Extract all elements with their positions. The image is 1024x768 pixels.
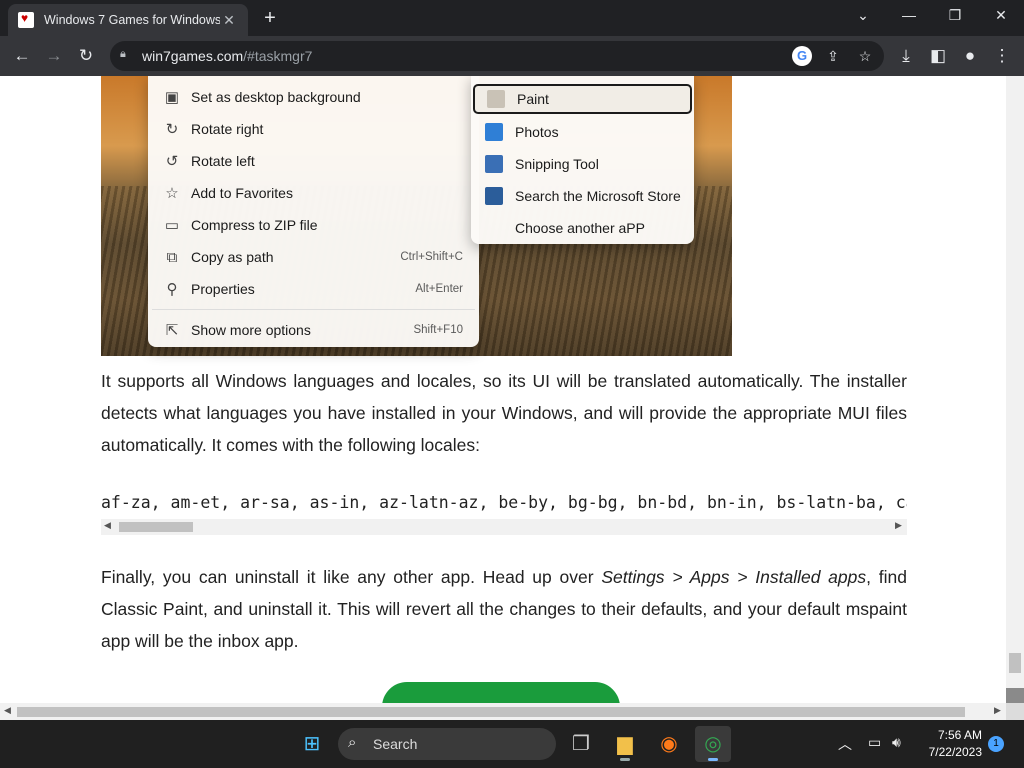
network-icon[interactable]: ▭ bbox=[868, 734, 881, 751]
search-icon: ⌕ bbox=[348, 734, 357, 751]
tray-overflow-chevron-icon[interactable]: ︿ bbox=[838, 734, 852, 754]
photos-icon bbox=[485, 123, 503, 141]
choose-another-app[interactable]: Choose another aPP bbox=[473, 213, 692, 243]
address-bar[interactable]: 🔒︎ win7games.com/#taskmgr7 G ⇪ ☆ bbox=[110, 41, 884, 71]
page-horizontal-scrollbar[interactable]: ◀ ▶ bbox=[0, 703, 1006, 720]
volume-icon[interactable]: 🔊︎ bbox=[892, 734, 901, 751]
page-scroll-thumb[interactable] bbox=[1009, 653, 1021, 673]
scroll-left-arrow-icon[interactable]: ◀ bbox=[104, 520, 111, 531]
rotate-right-icon: ↻ bbox=[165, 121, 179, 138]
page-hscroll-thumb[interactable] bbox=[17, 707, 965, 717]
star-icon: ☆ bbox=[165, 185, 179, 202]
menu-item-properties[interactable]: ⚲ Properties Alt+Enter bbox=[148, 273, 479, 305]
url-text[interactable]: win7games.com/#taskmgr7 bbox=[142, 48, 312, 64]
scroll-corner bbox=[1006, 703, 1024, 720]
taskbar-clock[interactable]: 7:56 AM 7/22/2023 bbox=[910, 727, 982, 761]
scroll-down-arrow-icon[interactable] bbox=[1006, 688, 1024, 703]
browser-toolbar: ← → ↻ 🔒︎ win7games.com/#taskmgr7 G ⇪ ☆ ⤓… bbox=[0, 36, 1024, 76]
site-favicon-icon bbox=[18, 11, 34, 28]
open-with-photos[interactable]: Photos bbox=[473, 117, 692, 147]
menu-item-set-background[interactable]: ▣ Set as desktop background bbox=[148, 81, 479, 113]
close-window-button[interactable]: ✕ bbox=[978, 0, 1024, 32]
share-icon[interactable]: ⇪ bbox=[823, 46, 843, 66]
paint-icon bbox=[487, 90, 505, 108]
download-icon[interactable]: ⤓ bbox=[894, 44, 918, 68]
tab-search-chevron-icon[interactable]: ⌄ bbox=[840, 0, 886, 32]
file-explorer-icon[interactable]: ▆ bbox=[607, 726, 643, 762]
open-with-paint[interactable]: Paint bbox=[473, 84, 692, 114]
bookmark-star-icon[interactable]: ☆ bbox=[855, 46, 875, 66]
code-horizontal-scrollbar[interactable]: ◀ ▶ bbox=[101, 519, 907, 535]
chrome-icon[interactable]: ◎ bbox=[695, 726, 731, 762]
menu-item-rotate-left[interactable]: ↺ Rotate left bbox=[148, 145, 479, 177]
windows-taskbar: ⊞ ⌕ Search ❐ ▆ ◉ ◎ ︿ ▭ 🔊︎ 7:56 AM 7/22/2… bbox=[0, 720, 1024, 768]
menu-item-copy-path[interactable]: ⧉ Copy as path Ctrl+Shift+C bbox=[148, 241, 479, 273]
menu-kebab-icon[interactable]: ⋮ bbox=[990, 44, 1014, 68]
wallpaper-icon: ▣ bbox=[164, 89, 180, 106]
rotate-left-icon: ↺ bbox=[165, 153, 179, 170]
more-options-icon: ⇱ bbox=[165, 322, 179, 339]
open-with-submenu: Paint Photos Snipping Tool Search the Mi… bbox=[471, 76, 694, 244]
explorer-context-menu: ▣ Set as desktop background ↻ Rotate rig… bbox=[148, 76, 479, 347]
article-paragraph-uninstall: Finally, you can uninstall it like any o… bbox=[101, 567, 907, 651]
task-view-icon[interactable]: ❐ bbox=[563, 726, 599, 762]
restore-button[interactable]: ❐ bbox=[932, 0, 978, 32]
lock-icon[interactable]: 🔒︎ bbox=[120, 48, 132, 64]
store-icon bbox=[485, 187, 503, 205]
menu-separator bbox=[152, 309, 475, 310]
code-scroll-thumb[interactable] bbox=[119, 522, 193, 532]
tab-close-icon[interactable]: ✕ bbox=[220, 12, 238, 29]
google-lens-icon[interactable]: G bbox=[792, 46, 812, 66]
download-button[interactable] bbox=[382, 682, 620, 703]
article-paragraph: It supports all Windows languages and lo… bbox=[101, 371, 907, 455]
menu-item-rotate-right[interactable]: ↻ Rotate right bbox=[148, 113, 479, 145]
notification-badge[interactable]: 1 bbox=[988, 736, 1004, 752]
page-content: ▣ Set as desktop background ↻ Rotate rig… bbox=[0, 76, 1006, 703]
browser-tab[interactable]: Windows 7 Games for Windows ✕ bbox=[8, 4, 248, 36]
wrench-icon: ⚲ bbox=[166, 281, 178, 298]
scroll-right-arrow-icon[interactable]: ▶ bbox=[895, 520, 902, 531]
forward-arrow-icon[interactable]: → bbox=[42, 44, 66, 68]
zip-icon: ▭ bbox=[164, 217, 180, 234]
profile-icon[interactable]: ● bbox=[958, 44, 982, 68]
tab-title: Windows 7 Games for Windows bbox=[44, 13, 220, 27]
copy-path-icon: ⧉ bbox=[166, 248, 178, 266]
page-scroll-left-arrow-icon[interactable]: ◀ bbox=[4, 705, 11, 716]
menu-item-add-favorites[interactable]: ☆ Add to Favorites bbox=[148, 177, 479, 209]
tab-strip: Windows 7 Games for Windows ✕ + ⌄ — ❐ ✕ bbox=[0, 0, 1024, 36]
windows-start-icon[interactable]: ⊞ bbox=[294, 726, 330, 762]
firefox-icon[interactable]: ◉ bbox=[651, 726, 687, 762]
snipping-tool-icon bbox=[485, 155, 503, 173]
back-arrow-icon[interactable]: ← bbox=[10, 44, 34, 68]
locales-code-block: af-za, am-et, ar-sa, as-in, az-latn-az, … bbox=[101, 493, 907, 512]
page-vertical-scrollbar[interactable] bbox=[1006, 76, 1024, 703]
page-scroll-right-arrow-icon[interactable]: ▶ bbox=[994, 705, 1001, 716]
new-tab-button[interactable]: + bbox=[258, 6, 282, 30]
minimize-button[interactable]: — bbox=[886, 0, 932, 32]
menu-item-show-more[interactable]: ⇱ Show more options Shift+F10 bbox=[148, 314, 479, 346]
side-panel-icon[interactable]: ◧ bbox=[926, 44, 950, 68]
reload-icon[interactable]: ↻ bbox=[74, 44, 98, 68]
taskbar-search[interactable]: ⌕ Search bbox=[338, 728, 556, 760]
menu-item-compress-zip[interactable]: ▭ Compress to ZIP file bbox=[148, 209, 479, 241]
open-with-store[interactable]: Search the Microsoft Store bbox=[473, 181, 692, 211]
open-with-snipping-tool[interactable]: Snipping Tool bbox=[473, 149, 692, 179]
